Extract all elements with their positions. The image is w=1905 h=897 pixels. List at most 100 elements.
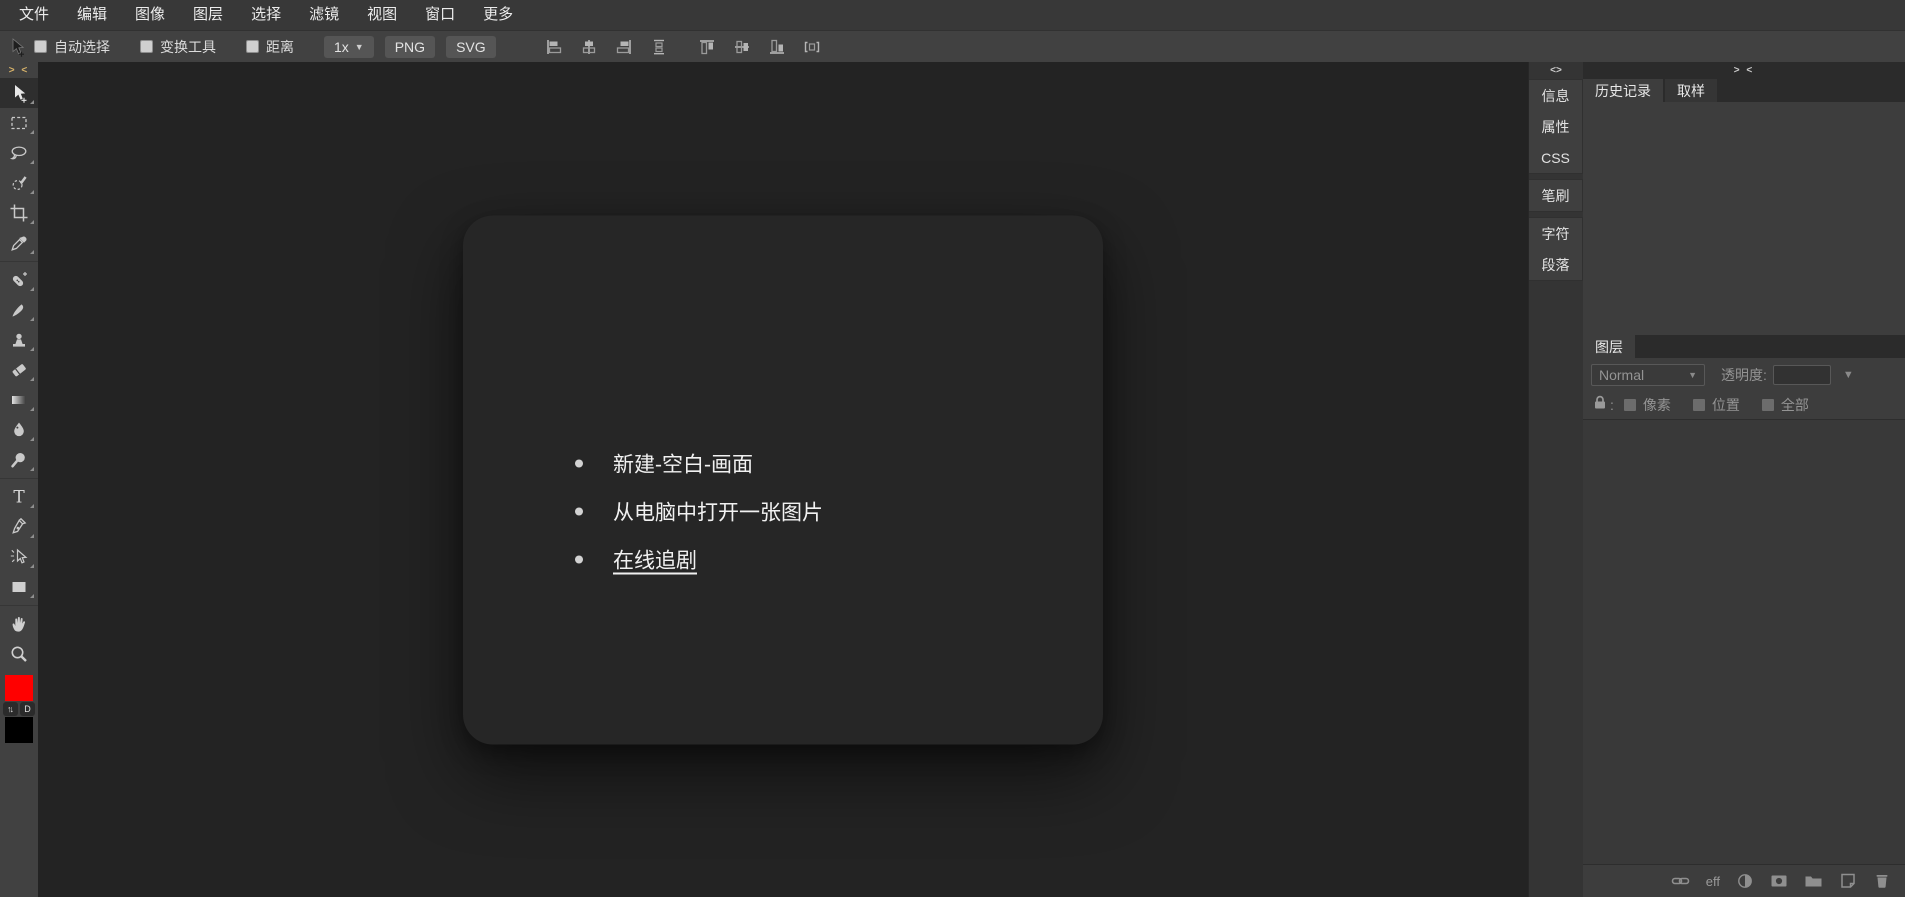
menu-layer[interactable]: 图层	[179, 0, 237, 30]
opacity-dropdown-caret[interactable]: ▼	[1843, 369, 1854, 381]
background-color-swatch[interactable]	[5, 717, 33, 743]
tool-hand[interactable]	[0, 609, 38, 639]
bullet-icon	[575, 459, 583, 467]
tab-paragraph[interactable]: 段落	[1529, 249, 1582, 280]
menu-view[interactable]: 视图	[353, 0, 411, 30]
swap-colors-button[interactable]: ↑↓	[3, 702, 18, 716]
horizontal-align-group	[545, 38, 668, 56]
align-left-icon[interactable]	[545, 38, 563, 56]
opacity-label: 透明度:	[1721, 367, 1767, 383]
adjustment-layer-icon[interactable]	[1736, 872, 1754, 890]
new-group-folder-icon[interactable]	[1804, 872, 1823, 890]
tool-blur[interactable]	[0, 415, 38, 445]
bullet-icon	[575, 555, 583, 563]
distance-checkbox[interactable]	[246, 40, 259, 53]
tool-gradient[interactable]	[0, 385, 38, 415]
history-panel-body	[1583, 102, 1905, 335]
transform-tool-checkbox[interactable]	[140, 40, 153, 53]
tool-rectangle-select[interactable]	[0, 108, 38, 138]
strip-group-text: 字符 段落	[1529, 217, 1583, 281]
distance-checkbox-group[interactable]: 距离	[246, 37, 294, 57]
delete-layer-trash-icon[interactable]	[1873, 872, 1891, 890]
main-area: > < T ↑↓ D 新建-空白-画面 从电脑中打开一张图片 在线追剧 <> 信…	[0, 62, 1905, 897]
tab-sampling[interactable]: 取样	[1665, 79, 1717, 102]
opacity-input[interactable]	[1772, 365, 1831, 385]
left-toolbar-collapse[interactable]: > <	[0, 62, 38, 78]
lock-pixels-checkbox[interactable]	[1623, 398, 1636, 411]
tool-type[interactable]: T	[0, 482, 38, 512]
transform-tool-checkbox-group[interactable]: 变换工具	[140, 37, 216, 57]
distance-label: 距离	[266, 38, 294, 55]
canvas-area[interactable]: 新建-空白-画面 从电脑中打开一张图片 在线追剧	[38, 62, 1528, 897]
lock-all-option[interactable]: 全部	[1761, 395, 1809, 415]
zoom-level-value: 1x	[334, 38, 349, 55]
align-center-horizontal-icon[interactable]	[580, 38, 598, 56]
lock-position-option[interactable]: 位置	[1692, 395, 1740, 415]
lock-all-checkbox[interactable]	[1761, 398, 1774, 411]
tool-clone-stamp[interactable]	[0, 325, 38, 355]
menu-image[interactable]: 图像	[121, 0, 179, 30]
strip-collapse[interactable]: <>	[1529, 62, 1583, 79]
tool-zoom[interactable]	[0, 639, 38, 669]
tool-crop[interactable]	[0, 198, 38, 228]
distribute-vertical-icon[interactable]	[650, 38, 668, 56]
blend-mode-dropdown[interactable]: Normal ▼	[1591, 364, 1705, 386]
tool-pen[interactable]	[0, 512, 38, 542]
list-item: 在线追剧	[575, 535, 823, 583]
tool-quick-select[interactable]	[0, 168, 38, 198]
new-layer-icon[interactable]	[1839, 872, 1857, 890]
tool-direct-select[interactable]	[0, 542, 38, 572]
tab-brush[interactable]: 笔刷	[1529, 180, 1582, 211]
left-toolbar: > < T ↑↓ D	[0, 62, 38, 897]
foreground-color-swatch[interactable]	[5, 675, 33, 701]
right-panel-collapse[interactable]: > <	[1583, 62, 1905, 79]
lock-position-checkbox[interactable]	[1692, 398, 1705, 411]
move-cursor-icon	[0, 37, 34, 57]
tool-dodge[interactable]	[0, 445, 38, 475]
default-colors-button[interactable]: D	[20, 702, 35, 716]
tool-rectangle-shape[interactable]	[0, 572, 38, 602]
export-svg-button[interactable]: SVG	[446, 35, 496, 58]
align-middle-vertical-icon[interactable]	[733, 38, 751, 56]
tab-info[interactable]: 信息	[1529, 80, 1582, 111]
menu-select[interactable]: 选择	[237, 0, 295, 30]
layer-mask-icon[interactable]	[1770, 872, 1788, 890]
history-tab-bar: 历史记录 取样	[1583, 79, 1905, 102]
list-item: 新建-空白-画面	[575, 439, 823, 487]
auto-select-checkbox[interactable]	[34, 40, 47, 53]
auto-select-checkbox-group[interactable]: 自动选择	[34, 37, 110, 57]
menu-more[interactable]: 更多	[469, 0, 527, 30]
menu-bar: 文件 编辑 图像 图层 选择 滤镜 视图 窗口 更多	[0, 0, 1905, 30]
menu-filter[interactable]: 滤镜	[295, 0, 353, 30]
tool-move[interactable]	[0, 78, 38, 108]
start-options-list: 新建-空白-画面 从电脑中打开一张图片 在线追剧	[575, 439, 823, 583]
tab-character[interactable]: 字符	[1529, 218, 1582, 249]
align-bottom-icon[interactable]	[768, 38, 786, 56]
export-png-button[interactable]: PNG	[384, 35, 436, 58]
menu-window[interactable]: 窗口	[411, 0, 469, 30]
menu-file[interactable]: 文件	[5, 0, 63, 30]
lock-pixels-option[interactable]: 像素	[1623, 395, 1671, 415]
tab-layers[interactable]: 图层	[1583, 335, 1635, 358]
tool-eyedropper[interactable]	[0, 228, 38, 258]
tool-brush[interactable]	[0, 295, 38, 325]
transform-tool-label: 变换工具	[160, 38, 216, 55]
chevron-down-icon: ▼	[354, 41, 364, 52]
watch-online-link[interactable]: 在线追剧	[613, 544, 697, 574]
chevron-down-icon: ▼	[1688, 370, 1697, 380]
tool-spot-healing[interactable]	[0, 265, 38, 295]
layers-list[interactable]	[1583, 419, 1905, 864]
tab-history[interactable]: 历史记录	[1583, 79, 1663, 102]
tab-css[interactable]: CSS	[1529, 142, 1582, 173]
zoom-level-dropdown[interactable]: 1x ▼	[324, 35, 374, 58]
layer-effects-button[interactable]: eff	[1706, 874, 1720, 889]
menu-edit[interactable]: 编辑	[63, 0, 121, 30]
align-right-icon[interactable]	[615, 38, 633, 56]
distribute-horizontal-icon[interactable]	[803, 38, 821, 56]
tool-lasso[interactable]	[0, 138, 38, 168]
link-layers-icon[interactable]	[1671, 872, 1690, 890]
tool-eraser[interactable]	[0, 355, 38, 385]
layers-tab-bar: 图层	[1583, 335, 1905, 358]
tab-properties[interactable]: 属性	[1529, 111, 1582, 142]
align-top-icon[interactable]	[698, 38, 716, 56]
